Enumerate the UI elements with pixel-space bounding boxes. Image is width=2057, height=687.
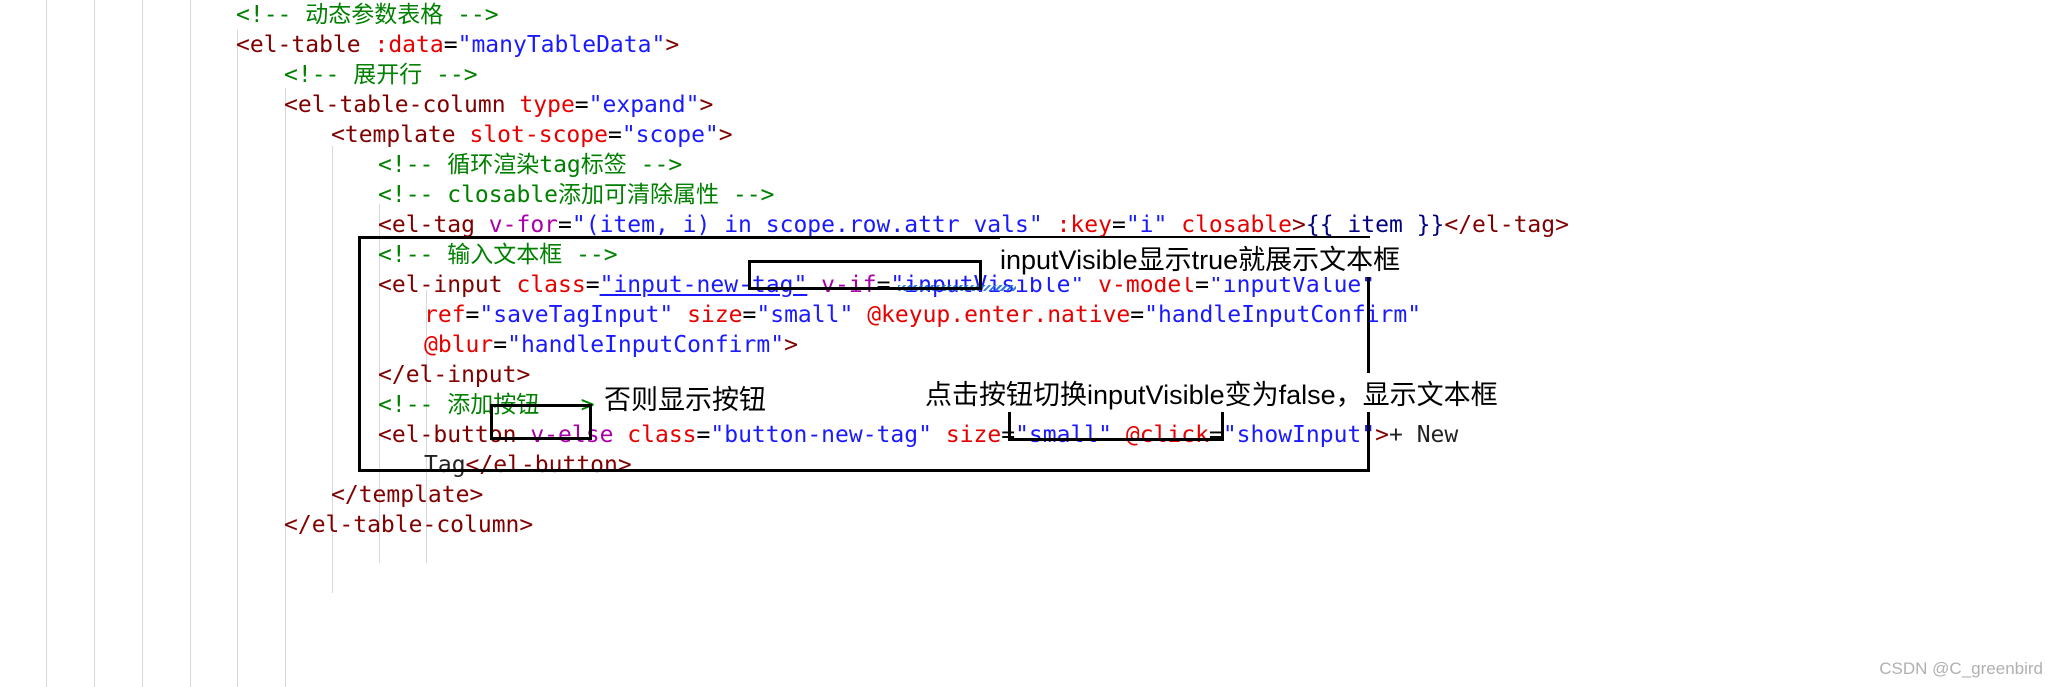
code-token: <el-table-column [284, 92, 520, 118]
code-token: "small" [1015, 422, 1112, 448]
code-token: v-else [530, 422, 614, 448]
code-line[interactable]: <!-- 动态参数表格 --> [0, 0, 1569, 30]
code-line[interactable]: <!-- 展开行 --> [0, 60, 1569, 90]
code-editor: <!-- 动态参数表格 --> <el-table :data="manyTabl… [0, 0, 2057, 687]
code-token: <!-- closable添加可清除属性 --> [378, 182, 775, 208]
code-token: </el-table-column> [284, 512, 534, 538]
code-token: = [876, 272, 891, 298]
code-line[interactable]: <!-- 循环渲染tag标签 --> [0, 150, 1569, 180]
code-line[interactable]: <template slot-scope="scope"> [0, 120, 1569, 150]
note-else-button: 否则显示按钮 [604, 378, 766, 417]
code-token: class [627, 422, 697, 448]
code-token: v-for [488, 212, 559, 238]
code-token: = [1111, 212, 1126, 238]
code-token: "small" [756, 302, 854, 328]
code-token: > [784, 332, 798, 358]
code-token: = [1001, 422, 1016, 448]
code-token: </el-input> [378, 362, 531, 388]
code-line[interactable]: <el-table-column type="expand"> [0, 90, 1569, 120]
code-token: = [493, 332, 508, 358]
code-token: = [1208, 422, 1223, 448]
code-token: @blur [424, 332, 494, 358]
code-token: @keyup.enter.native [867, 302, 1131, 328]
code-token: "showInput" [1222, 422, 1376, 448]
code-line[interactable]: </template> [0, 480, 1569, 510]
code-token: "button-new-tag" [710, 422, 932, 448]
code-token: = [607, 122, 622, 148]
code-token: Tag [424, 452, 466, 478]
code-token: = [696, 422, 711, 448]
code-token: "i" [1125, 212, 1168, 238]
code-token: size [945, 422, 1002, 448]
code-token: <el-input [378, 272, 517, 298]
code-token: closable [1181, 212, 1292, 238]
watermark: CSDN @C_greenbird [1879, 659, 2043, 678]
code-token: <!-- 循环渲染tag标签 --> [378, 152, 683, 178]
code-token: > [1375, 422, 1389, 448]
code-token: > [718, 122, 733, 148]
code-token: "expand" [588, 92, 700, 118]
code-token: </el-button> [465, 452, 632, 478]
code-token: {{ item }} [1305, 212, 1445, 238]
code-token: <el-table [236, 32, 375, 58]
code-token: @click [1125, 422, 1209, 448]
code-token: "handleInputConfirm" [1144, 302, 1422, 328]
code-token: <el-tag [378, 212, 489, 238]
code-token: > [665, 32, 680, 58]
code-token: <!-- 输入文本框 --> [378, 242, 618, 268]
code-token: <el-button [378, 422, 531, 448]
code-token: <!-- 添加按钮 --> [378, 392, 595, 418]
code-token: "scope" [621, 122, 719, 148]
code-line[interactable]: </el-table-column> [0, 510, 1569, 540]
code-token: v-if [821, 272, 877, 298]
code-token: :key [1056, 212, 1112, 238]
code-token: type [519, 92, 575, 118]
code-token: + New [1389, 422, 1459, 448]
code-token: "manyTableData" [457, 32, 666, 58]
code-token: > [699, 92, 714, 118]
code-token: size [687, 302, 743, 328]
code-token: = [742, 302, 757, 328]
code-line[interactable]: @blur="handleInputConfirm"> [0, 330, 1569, 360]
code-token: "saveTagInput" [479, 302, 674, 328]
spellcheck-squiggle [898, 285, 1016, 291]
code-token: "handleInputConfirm" [507, 332, 785, 358]
code-line[interactable]: ref="saveTagInput" size="small" @keyup.e… [0, 300, 1569, 330]
code-line[interactable]: Tag</el-button> [0, 450, 1569, 480]
code-token: <template [331, 122, 470, 148]
code-token: :data [374, 32, 444, 58]
code-line[interactable]: <el-tag v-for="(item, i) in scope.row.at… [0, 210, 1569, 240]
code-token: > [1292, 212, 1306, 238]
code-token: = [465, 302, 480, 328]
code-token: ref [424, 302, 466, 328]
code-token: <!-- 动态参数表格 --> [236, 2, 499, 28]
code-token: "input-new-tag" [599, 272, 808, 298]
code-token: slot-scope [469, 122, 608, 148]
code-line[interactable]: <el-button v-else class="button-new-tag"… [0, 420, 1569, 450]
code-token: <!-- 展开行 --> [284, 62, 478, 88]
code-token: = [585, 272, 600, 298]
note-click-toggle: 点击按钮切换inputVisible变为false，显示文本框 [925, 373, 1498, 412]
code-token: = [1130, 302, 1145, 328]
code-token: </template> [331, 482, 484, 508]
code-token: class [516, 272, 586, 298]
code-token: "(item, i) in scope.row.attr_vals" [571, 212, 1043, 238]
code-token: = [558, 212, 572, 238]
code-line[interactable]: <el-table :data="manyTableData"> [0, 30, 1569, 60]
code-token: = [574, 92, 589, 118]
code-line[interactable]: <!-- closable添加可清除属性 --> [0, 180, 1569, 210]
note-input-visible: inputVisible显示true就展示文本框 [1000, 238, 1401, 277]
code-token: </el-tag> [1444, 212, 1569, 238]
code-token: = [443, 32, 458, 58]
